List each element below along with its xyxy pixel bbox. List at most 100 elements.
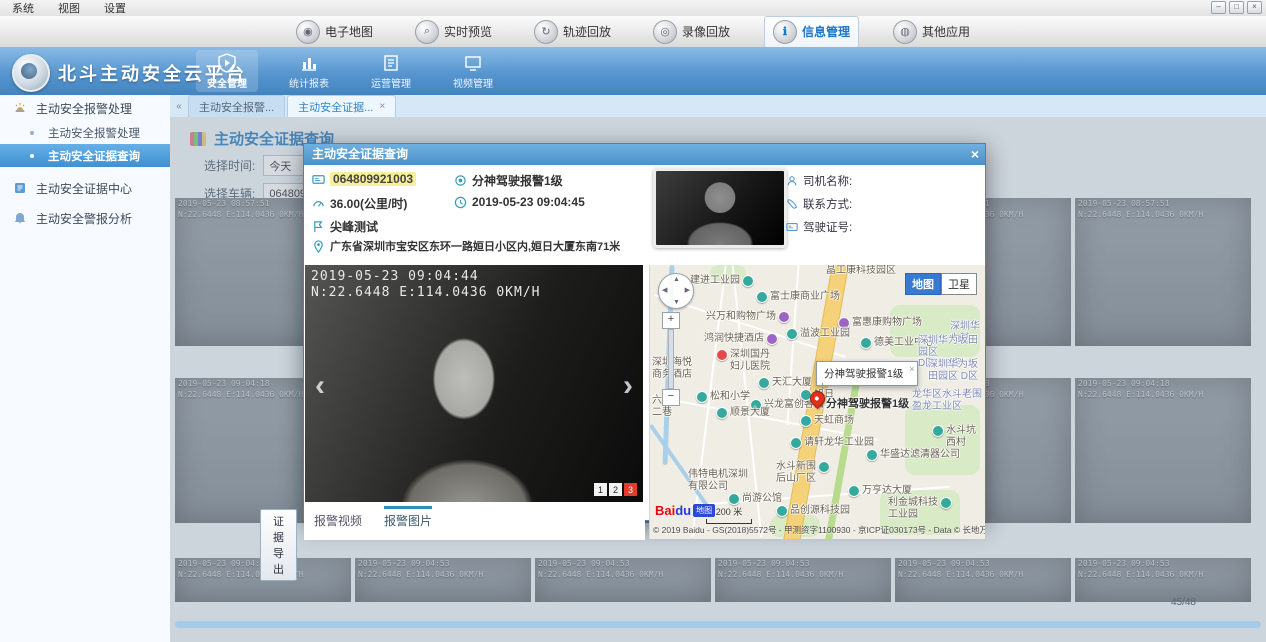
hospital-poi-icon bbox=[716, 349, 728, 361]
tool-label: 视频管理 bbox=[453, 75, 493, 90]
info-management-icon: ℹ bbox=[773, 20, 797, 44]
map-poi-label: 深圳国丹 妇儿医院 bbox=[716, 349, 770, 372]
tab-bar: « 主动安全报警... 主动安全证据... × bbox=[170, 95, 1266, 118]
poi-dot-icon bbox=[860, 337, 872, 349]
pager-page-1[interactable]: 1 bbox=[594, 483, 607, 496]
company-value: 尖峰测试 bbox=[330, 218, 378, 235]
sidebar: 主动安全报警处理 主动安全报警处理 主动安全证据查询 主动安全证据中心 主动安全… bbox=[0, 95, 171, 642]
company-flag-icon bbox=[312, 220, 325, 233]
speed-row: 36.00(公里/时) bbox=[312, 195, 407, 212]
sidebar-item-alarm-analysis[interactable]: 主动安全警报分析 bbox=[0, 205, 170, 231]
sidebar-item-evidence-center[interactable]: 主动安全证据中心 bbox=[0, 175, 170, 201]
tab-alarm-image[interactable]: 报警图片 bbox=[384, 506, 432, 529]
maximize-button[interactable]: □ bbox=[1229, 1, 1244, 14]
address-value: 广东省深圳市宝安区东环一路姮日小区内,姮日大厦东南71米 bbox=[330, 238, 620, 254]
collapse-sidebar-icon[interactable]: « bbox=[170, 101, 188, 112]
zoom-in-button[interactable]: + bbox=[662, 312, 680, 329]
map-poi-label: 万亨达大厦 bbox=[848, 485, 912, 497]
close-button[interactable]: × bbox=[1247, 1, 1262, 14]
dialog-close-icon[interactable]: × bbox=[971, 144, 979, 165]
pager-page-2[interactable]: 2 bbox=[609, 483, 622, 496]
poi-dot-icon bbox=[776, 505, 788, 517]
pager-page-3[interactable]: 3 bbox=[624, 483, 637, 496]
baidu-map[interactable]: 晶工康科技园区建进工业园富士康商业广场兴万和购物广场富惠康购物广场深圳华为基鸿润… bbox=[649, 265, 985, 539]
sidebar-label: 主动安全报警处理 bbox=[48, 125, 140, 141]
sidebar-label: 主动安全报警处理 bbox=[36, 100, 132, 117]
map-poi-label: 晶工康科技园区 bbox=[826, 265, 896, 277]
map-mode-map-button[interactable]: 地图 bbox=[905, 273, 941, 295]
nav-live-preview[interactable]: ⌕ 实时预览 bbox=[407, 17, 500, 47]
infowindow-leader bbox=[822, 383, 823, 393]
map-mode-satellite-button[interactable]: 卫星 bbox=[941, 273, 977, 295]
siren-icon bbox=[12, 100, 28, 116]
poi-dot-icon bbox=[716, 407, 728, 419]
nav-video-playback[interactable]: ◎ 录像回放 bbox=[645, 17, 738, 47]
nav-other-apps[interactable]: ◍ 其他应用 bbox=[885, 17, 978, 47]
map-poi-label: 富士康商业广场 bbox=[756, 291, 840, 303]
bullet-icon bbox=[30, 154, 34, 158]
tab-label: 主动安全报警... bbox=[199, 99, 274, 115]
zoom-out-button[interactable]: − bbox=[662, 389, 680, 406]
evidence-export-button[interactable]: 证据导出 bbox=[260, 509, 297, 581]
nav-track-playback[interactable]: ↻ 轨迹回放 bbox=[526, 17, 619, 47]
sidebar-item-alarm-handling[interactable]: 主动安全报警处理 bbox=[0, 121, 170, 144]
nav-emap[interactable]: ◉ 电子地图 bbox=[288, 17, 381, 47]
zoom-slider-track[interactable] bbox=[668, 329, 674, 389]
document-icon bbox=[381, 53, 401, 73]
pan-up-icon[interactable]: ▲ bbox=[673, 276, 680, 283]
map-poi-label: 水斗坑西村 bbox=[932, 425, 985, 448]
tab-evidence-query[interactable]: 主动安全证据... × bbox=[287, 95, 396, 118]
horizontal-scrollbar[interactable] bbox=[175, 621, 1261, 628]
sidebar-label: 主动安全证据中心 bbox=[36, 180, 132, 197]
evidence-doc-icon bbox=[12, 180, 28, 196]
speed-value: 36.00(公里/时) bbox=[330, 195, 407, 212]
map-poi-label: 伟特电机深圳 有限公司 bbox=[688, 469, 748, 492]
sidebar-item-alarm-handling-group[interactable]: 主动安全报警处理 bbox=[0, 95, 170, 121]
app-window: 系统 视图 设置 – □ × ◉ 电子地图 ⌕ 实时预览 ↻ 轨迹回放 ◎ 录像… bbox=[0, 0, 1266, 642]
poi-dot-icon bbox=[786, 328, 798, 340]
alarm-type-icon bbox=[454, 174, 467, 187]
map-poi-label: 建进工业园 bbox=[690, 275, 754, 287]
tab-alarm-video[interactable]: 报警视频 bbox=[314, 512, 362, 529]
map-poi-label: 兴万和购物广场 bbox=[706, 311, 790, 323]
next-image-chevron-icon[interactable]: › bbox=[623, 369, 633, 403]
driver-photo bbox=[653, 168, 787, 248]
poi-dot-icon bbox=[818, 461, 830, 473]
window-controls: – □ × bbox=[1211, 1, 1262, 14]
nav-info-management[interactable]: ℹ 信息管理 bbox=[764, 16, 859, 48]
map-poi-label: 龙华区水斗老围 盈龙工业区 bbox=[912, 389, 982, 412]
minimize-button[interactable]: – bbox=[1211, 1, 1226, 14]
nav-label: 录像回放 bbox=[682, 23, 730, 40]
emap-icon: ◉ bbox=[296, 20, 320, 44]
map-poi-label: 鸿润快捷酒店 bbox=[704, 333, 778, 345]
menubar: 系统 视图 设置 – □ × bbox=[0, 0, 1266, 17]
dialog-title: 主动安全证据查询 bbox=[304, 144, 985, 165]
tool-statistics-report[interactable]: 统计报表 bbox=[278, 50, 340, 92]
app-header: 北斗主动安全云平台 安全管理 统计报表 运营管理 视频管理 bbox=[0, 47, 1266, 96]
prev-image-chevron-icon[interactable]: ‹ bbox=[315, 369, 325, 403]
sidebar-item-evidence-query[interactable]: 主动安全证据查询 bbox=[0, 144, 170, 167]
alarm-video-frame[interactable]: 2019-05-23 09:04:44N:22.6448 E:114.0436 … bbox=[305, 265, 643, 502]
menu-settings[interactable]: 设置 bbox=[92, 0, 138, 16]
menu-view[interactable]: 视图 bbox=[46, 0, 92, 16]
tab-close-icon[interactable]: × bbox=[379, 101, 385, 112]
map-poi-label: 尚游公馆 bbox=[728, 493, 782, 505]
tab-alarm-handling[interactable]: 主动安全报警... bbox=[188, 95, 285, 118]
track-playback-icon: ↻ bbox=[534, 20, 558, 44]
pan-left-icon[interactable]: ◀ bbox=[662, 286, 667, 294]
menu-system[interactable]: 系统 bbox=[0, 0, 46, 16]
tool-video-management[interactable]: 视频管理 bbox=[442, 50, 504, 92]
pan-down-icon[interactable]: ▼ bbox=[673, 299, 680, 306]
map-pan-control[interactable]: ▲ ▼ ◀ ▶ bbox=[658, 273, 694, 309]
nav-label: 实时预览 bbox=[444, 23, 492, 40]
infowindow-close-icon[interactable]: × bbox=[909, 364, 914, 374]
driver-phone-field: 联系方式: bbox=[786, 196, 852, 212]
pan-right-icon[interactable]: ▶ bbox=[685, 286, 690, 294]
tool-operations-management[interactable]: 运营管理 bbox=[360, 50, 422, 92]
tool-safety-management[interactable]: 安全管理 bbox=[196, 50, 258, 92]
alarm-time-row: 2019-05-23 09:04:45 bbox=[454, 195, 585, 209]
vehicle-id-value: 064809921003 bbox=[330, 172, 416, 186]
map-poi-label: 利金城科技 工业园 bbox=[888, 497, 952, 520]
license-card-icon bbox=[786, 221, 798, 233]
poi-dot-icon bbox=[728, 493, 740, 505]
